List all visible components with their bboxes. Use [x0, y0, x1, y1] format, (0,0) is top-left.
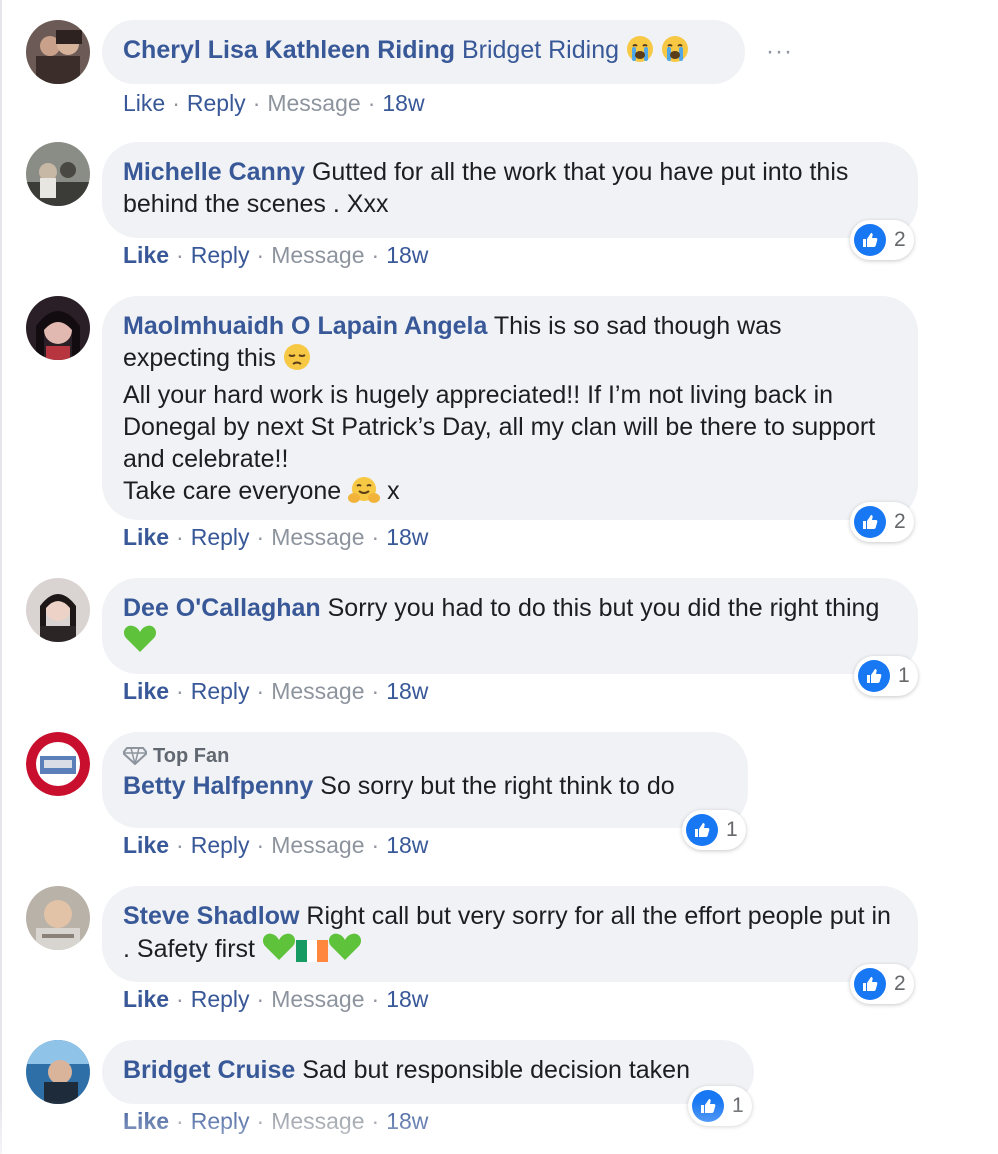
comment-bubble: Michelle Canny Gutted for all the work t… [102, 142, 918, 238]
reaction-number: 2 [894, 510, 906, 533]
comment-actions: Like · Reply · Message · 18w [123, 832, 429, 858]
reply-link[interactable]: Reply [191, 678, 250, 704]
green-heart-emoji [262, 932, 296, 970]
like-link[interactable]: Like [123, 678, 169, 704]
crying-face-emoji [626, 35, 654, 71]
avatar[interactable] [26, 296, 90, 360]
message-link[interactable]: Message [267, 90, 360, 116]
diamond-icon [121, 747, 149, 766]
comment-text[interactable]: x [387, 477, 400, 505]
reaction-number: 2 [894, 228, 906, 251]
message-link[interactable]: Message [271, 986, 364, 1012]
like-reaction-icon [692, 1090, 724, 1122]
reaction-count[interactable]: 2 [850, 964, 914, 1004]
comment-bubble: Bridget Cruise Sad but responsible decis… [102, 1040, 754, 1104]
hugging-face-emoji [348, 476, 381, 512]
comment-author[interactable]: Michelle Canny [123, 158, 305, 186]
message-link[interactable]: Message [271, 1108, 364, 1134]
message-link[interactable]: Message [271, 242, 364, 268]
reaction-count[interactable]: 1 [682, 810, 746, 850]
like-reaction-icon [854, 506, 886, 538]
comment-bubble: Dee O'Callaghan Sorry you had to do this… [102, 578, 918, 674]
message-link[interactable]: Message [271, 524, 364, 550]
comment-text[interactable]: Bridget Riding [462, 36, 619, 64]
reaction-number: 1 [732, 1094, 744, 1117]
avatar[interactable] [26, 732, 90, 796]
comment-text[interactable]: All your hard work is hugely appreciated… [123, 381, 882, 473]
like-link[interactable]: Like [123, 90, 165, 116]
comment-text[interactable]: Take care everyone [123, 477, 341, 505]
like-link[interactable]: Like [123, 986, 169, 1012]
comment-author[interactable]: Betty Halfpenny [123, 772, 313, 800]
like-reaction-icon [854, 224, 886, 256]
timestamp[interactable]: 18w [386, 1108, 428, 1134]
like-link[interactable]: Like [123, 1108, 169, 1134]
reaction-count[interactable]: 2 [850, 220, 914, 260]
comment-bubble: Cheryl Lisa Kathleen Riding Bridget Ridi… [102, 20, 745, 84]
comment-author[interactable]: Cheryl Lisa Kathleen Riding [123, 36, 455, 64]
reaction-count[interactable]: 1 [688, 1086, 752, 1126]
green-heart-emoji [123, 624, 157, 662]
ireland-flag-emoji [295, 938, 328, 970]
comment-author[interactable]: Steve Shadlow [123, 902, 299, 930]
comment-actions: Like · Reply · Message · 18w [123, 986, 429, 1012]
comment-actions: Like · Reply · Message · 18w [123, 524, 429, 550]
message-link[interactable]: Message [271, 678, 364, 704]
comment-actions: Like · Reply · Message · 18w [123, 1108, 429, 1134]
timestamp[interactable]: 18w [386, 524, 428, 550]
timestamp[interactable]: 18w [386, 832, 428, 858]
avatar[interactable] [26, 20, 90, 84]
like-reaction-icon [854, 968, 886, 1000]
reply-link[interactable]: Reply [191, 1108, 250, 1134]
pensive-face-emoji [283, 343, 311, 379]
comment-text[interactable]: So sorry but the right think to do [320, 772, 674, 800]
comment-bubble: Top Fan Betty Halfpenny So sorry but the… [102, 732, 748, 828]
comment-author[interactable]: Dee O'Callaghan [123, 594, 321, 622]
reaction-number: 2 [894, 972, 906, 995]
like-link[interactable]: Like [123, 242, 169, 268]
comment-text[interactable]: expecting this [123, 344, 276, 372]
comment-author[interactable]: Bridget Cruise [123, 1056, 295, 1084]
message-link[interactable]: Message [271, 832, 364, 858]
top-fan-badge: Top Fan [121, 744, 726, 768]
reaction-count[interactable]: 2 [850, 502, 914, 542]
timestamp[interactable]: 18w [382, 90, 424, 116]
avatar[interactable] [26, 578, 90, 642]
comment-bubble: Steve Shadlow Right call but very sorry … [102, 886, 918, 982]
avatar[interactable] [26, 886, 90, 950]
reaction-count[interactable]: 1 [854, 656, 918, 696]
reply-link[interactable]: Reply [191, 986, 250, 1012]
comment-text[interactable]: Sad but responsible decision taken [302, 1056, 690, 1084]
comment-actions: Like · Reply · Message · 18w [123, 678, 429, 704]
like-reaction-icon [686, 814, 718, 846]
reply-link[interactable]: Reply [191, 242, 250, 268]
comment-actions: Like · Reply · Message · 18w [123, 242, 429, 268]
green-heart-emoji [328, 932, 362, 970]
more-options-icon[interactable]: ··· [766, 38, 793, 66]
reply-link[interactable]: Reply [191, 832, 250, 858]
like-link[interactable]: Like [123, 524, 169, 550]
reaction-number: 1 [898, 664, 910, 687]
timestamp[interactable]: 18w [386, 678, 428, 704]
reaction-number: 1 [726, 818, 738, 841]
comment-actions: Like · Reply · Message · 18w [123, 90, 425, 116]
reply-link[interactable]: Reply [187, 90, 246, 116]
avatar[interactable] [26, 142, 90, 206]
comment-bubble: Maolmhuaidh O Lapain Angela This is so s… [102, 296, 918, 520]
like-link[interactable]: Like [123, 832, 169, 858]
reply-link[interactable]: Reply [191, 524, 250, 550]
crying-face-emoji [661, 35, 689, 71]
timestamp[interactable]: 18w [386, 242, 428, 268]
comment-text[interactable]: This is so sad though was [494, 312, 782, 340]
avatar[interactable] [26, 1040, 90, 1104]
comment-author[interactable]: Maolmhuaidh O Lapain Angela [123, 312, 487, 340]
left-border [0, 0, 2, 1154]
comment-text[interactable]: Sorry you had to do this but you did the… [328, 594, 880, 622]
like-reaction-icon [858, 660, 890, 692]
timestamp[interactable]: 18w [386, 986, 428, 1012]
